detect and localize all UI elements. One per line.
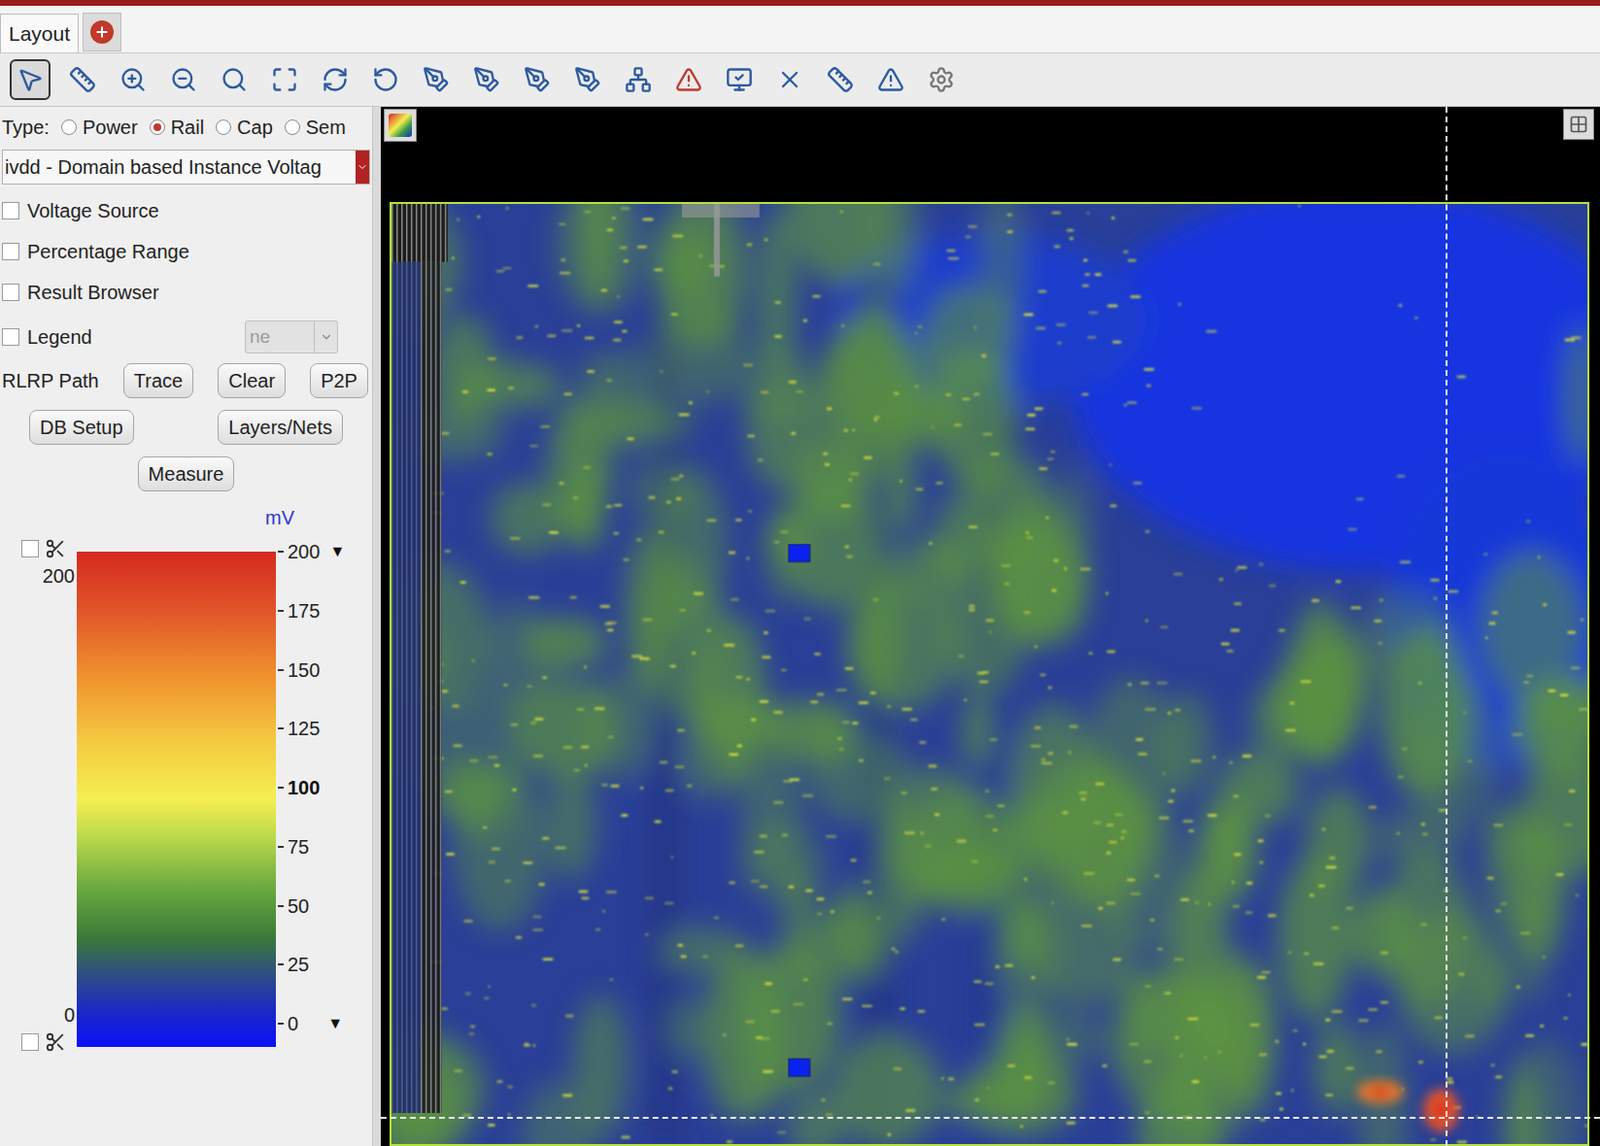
voltage-drop-heatmap[interactable] bbox=[389, 202, 1590, 1146]
color-legend: mV2000200▼1751501251007550250▼ bbox=[0, 503, 373, 1054]
checkbox-icon[interactable] bbox=[21, 1033, 39, 1052]
legend-checkbox[interactable]: Legend bbox=[1, 322, 245, 352]
type-radio[interactable]: Cap bbox=[215, 112, 273, 142]
dropdown-arrow-icon bbox=[355, 150, 370, 184]
toolbar-tool-icon[interactable] bbox=[114, 61, 152, 99]
main-area: Type:PowerRailCapSemivdd - Domain based … bbox=[0, 106, 1600, 1146]
toolbar-tool-icon[interactable] bbox=[468, 61, 506, 99]
voltage-source-marker[interactable] bbox=[788, 544, 811, 563]
scale-tick: 100 bbox=[277, 776, 345, 800]
voltage-source-marker[interactable] bbox=[788, 1058, 811, 1077]
legend-position-combo[interactable]: ne bbox=[244, 320, 339, 354]
legend-row: Legendne bbox=[0, 320, 373, 354]
tab-bar: Layout bbox=[0, 5, 1600, 54]
toolbar-tool-icon[interactable] bbox=[9, 59, 51, 101]
radio-circle-icon bbox=[61, 119, 77, 136]
path-row: RLRP PathTraceClearP2P bbox=[0, 363, 373, 399]
toolbar-tool-icon[interactable] bbox=[569, 61, 607, 99]
max-arrow-button[interactable]: ▼ bbox=[323, 540, 345, 564]
setup-button[interactable]: DB Setup bbox=[29, 409, 135, 445]
scale-tick: 175 bbox=[277, 599, 345, 623]
checkbox-icon[interactable] bbox=[1, 242, 20, 261]
scale-tick: 0▼ bbox=[277, 1012, 345, 1036]
plus-icon bbox=[90, 20, 114, 44]
toolbar bbox=[0, 53, 1600, 107]
type-radio[interactable]: Power bbox=[61, 112, 138, 142]
option-checkbox[interactable]: Voltage Source bbox=[1, 196, 373, 226]
display-select[interactable]: ivdd - Domain based Instance Voltag bbox=[1, 149, 371, 185]
type-row: Type:PowerRailCapSem bbox=[0, 106, 373, 142]
scissors-icon bbox=[44, 1031, 67, 1054]
path-button[interactable]: Trace bbox=[123, 363, 194, 399]
radio-circle-icon bbox=[284, 119, 301, 136]
layout-tab[interactable]: Layout bbox=[0, 13, 79, 53]
toolbar-tool-icon[interactable] bbox=[922, 61, 960, 99]
radio-circle-icon bbox=[215, 119, 232, 136]
checkbox-icon[interactable] bbox=[1, 328, 20, 346]
type-radio[interactable]: Sem bbox=[284, 112, 346, 142]
toolbar-tool-icon[interactable] bbox=[518, 61, 556, 99]
toolbar-tool-icon[interactable] bbox=[720, 61, 758, 99]
toolbar-tool-icon[interactable] bbox=[64, 61, 102, 99]
crosshair-vertical bbox=[1445, 106, 1448, 1146]
setup-row: DB Setup Layers/Nets bbox=[0, 409, 373, 445]
min-arrow-button[interactable]: ▼ bbox=[302, 1012, 343, 1036]
measure-button[interactable]: Measure bbox=[137, 456, 236, 492]
toolbar-tool-icon[interactable] bbox=[619, 61, 657, 99]
option-checkbox[interactable]: Result Browser bbox=[1, 277, 373, 307]
colormap-toggle-icon[interactable] bbox=[383, 108, 417, 142]
toolbar-tool-icon[interactable] bbox=[417, 61, 455, 99]
combo-arrow-icon bbox=[313, 321, 338, 353]
toolbar-tool-icon[interactable] bbox=[165, 61, 203, 99]
scale-tick: 200▼ bbox=[277, 540, 345, 564]
view-options-icon[interactable] bbox=[1563, 108, 1595, 140]
option-checkbox[interactable]: Percentage Range bbox=[1, 237, 373, 267]
toolbar-tool-icon[interactable] bbox=[266, 61, 304, 99]
app-window: LayoutType:PowerRailCapSemivdd - Domain … bbox=[0, 0, 1600, 1146]
scale-tick: 50 bbox=[277, 894, 345, 919]
checkbox-icon[interactable] bbox=[21, 540, 39, 558]
path-button[interactable]: Clear bbox=[217, 363, 286, 399]
panel-splitter[interactable] bbox=[372, 106, 381, 1146]
toolbar-tool-icon[interactable] bbox=[367, 61, 405, 99]
scale-tick: 150 bbox=[277, 658, 345, 682]
toolbar-tool-icon[interactable] bbox=[215, 61, 253, 99]
setup-button[interactable]: Layers/Nets bbox=[217, 409, 343, 445]
toolbar-tool-icon[interactable] bbox=[872, 61, 910, 99]
checkbox-icon[interactable] bbox=[1, 283, 20, 302]
toolbar-tool-icon[interactable] bbox=[821, 61, 859, 99]
scale-tick: 125 bbox=[277, 716, 345, 741]
scale-tick: 25 bbox=[277, 953, 345, 977]
checkbox-icon[interactable] bbox=[1, 202, 20, 220]
toolbar-tool-icon[interactable] bbox=[670, 61, 708, 99]
control-panel: Type:PowerRailCapSemivdd - Domain based … bbox=[0, 106, 373, 1146]
toolbar-tool-icon[interactable] bbox=[316, 61, 354, 99]
type-radio[interactable]: Rail bbox=[149, 112, 205, 142]
toolbar-tool-icon[interactable] bbox=[771, 61, 809, 99]
scissors-icon bbox=[44, 538, 67, 560]
scale-tick: 75 bbox=[277, 835, 345, 859]
color-scale-bar bbox=[76, 551, 276, 1048]
crosshair-horizontal bbox=[380, 1117, 1600, 1120]
layout-canvas[interactable] bbox=[380, 106, 1600, 1146]
add-tab-button[interactable] bbox=[82, 12, 122, 52]
radio-circle-icon bbox=[149, 119, 166, 136]
path-button[interactable]: P2P bbox=[309, 363, 369, 399]
